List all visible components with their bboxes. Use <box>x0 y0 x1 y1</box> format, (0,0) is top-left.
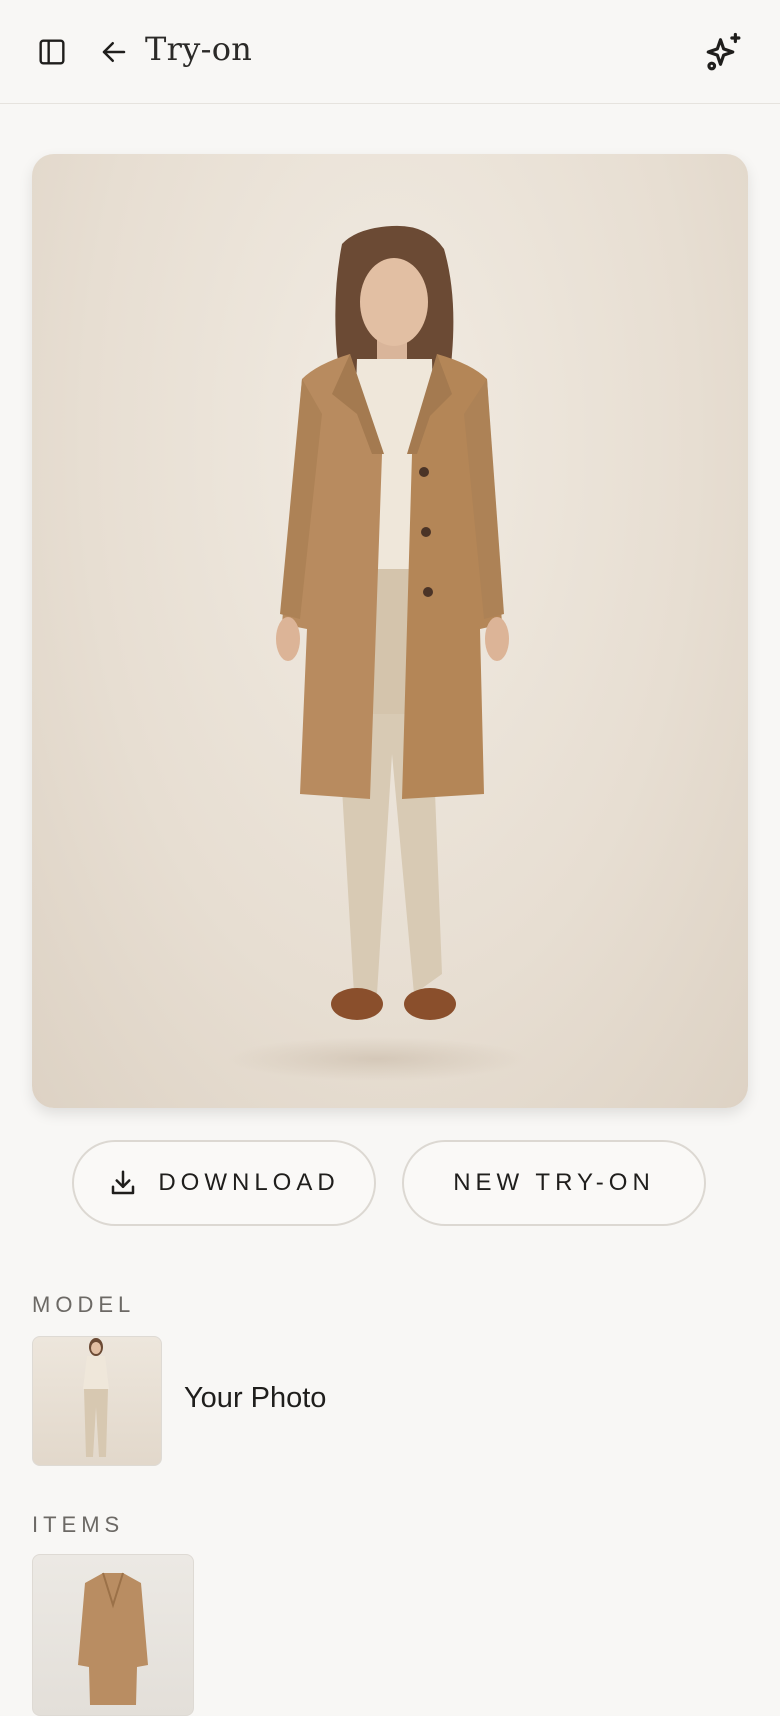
model-thumbnail-image <box>83 1338 109 1457</box>
new-tryon-label: NEW TRY-ON <box>453 1169 655 1196</box>
app-header: Try-on <box>0 0 780 104</box>
new-tryon-button[interactable]: NEW TRY-ON <box>402 1140 706 1226</box>
download-icon <box>108 1168 138 1198</box>
sidebar-toggle-button[interactable] <box>32 32 72 72</box>
back-arrow-icon <box>102 42 126 62</box>
model-name: Your Photo <box>184 1382 327 1414</box>
download-button[interactable]: DOWNLOAD <box>72 1140 376 1226</box>
page-title: Try-on <box>145 30 253 68</box>
coat-thumbnail-image <box>78 1572 148 1705</box>
sparkle-icon <box>706 32 741 71</box>
items-section-label: ITEMS <box>32 1512 125 1537</box>
model-illustration <box>227 225 527 1081</box>
download-label: DOWNLOAD <box>158 1169 340 1196</box>
tryon-result-image <box>32 154 748 1108</box>
model-section-label: MODEL <box>32 1292 136 1317</box>
sidebar-icon <box>39 39 65 65</box>
back-button[interactable] <box>94 32 134 72</box>
model-thumbnail[interactable] <box>32 1336 162 1466</box>
ai-sparkle-button[interactable] <box>700 28 748 76</box>
item-thumbnail-coat[interactable] <box>32 1554 194 1716</box>
